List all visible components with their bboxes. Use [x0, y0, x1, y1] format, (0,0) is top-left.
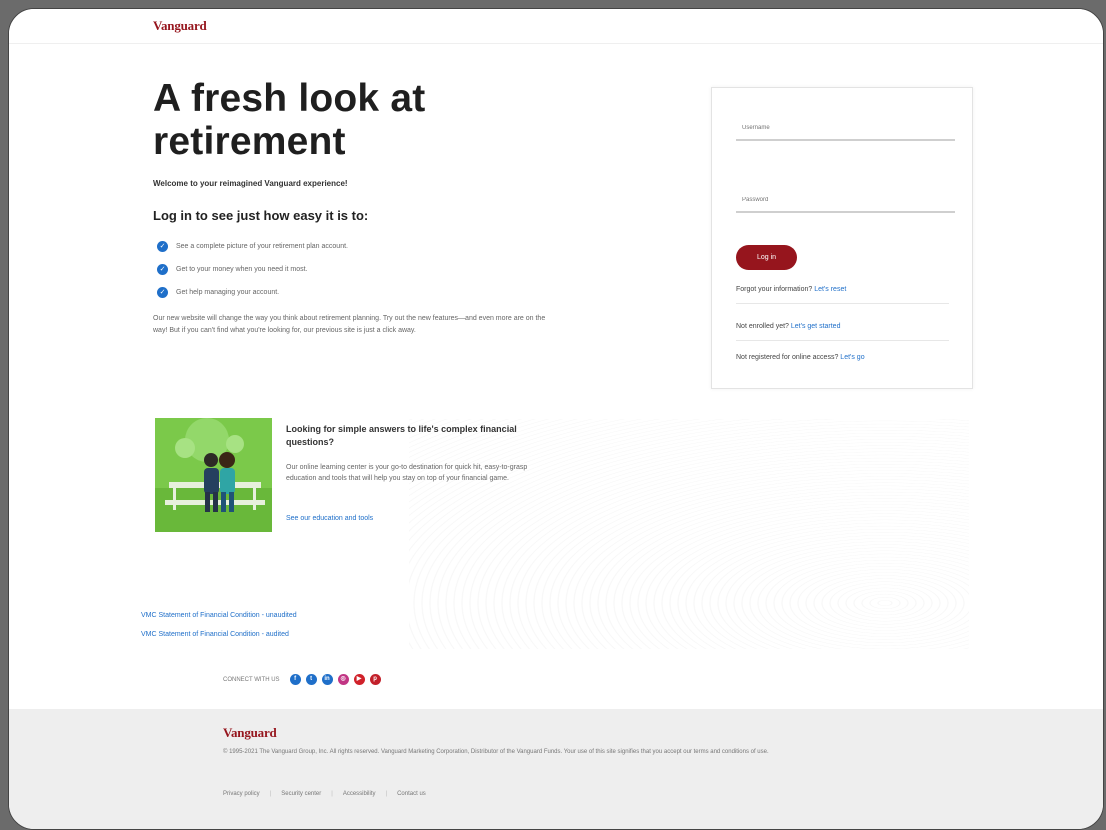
enroll-row: Not enrolled yet? Let's get started [736, 323, 949, 341]
footer-links: Privacy policy | Security center | Acces… [223, 791, 436, 797]
welcome-text: Welcome to your reimagined Vanguard expe… [153, 179, 348, 188]
youtube-icon[interactable]: ▶ [353, 674, 365, 685]
list-item: ✓ Get help managing your account. [157, 281, 348, 304]
enroll-text: Not enrolled yet? [736, 323, 789, 330]
username-field[interactable] [736, 125, 955, 141]
benefit-text: Get help managing your account. [176, 289, 280, 296]
promo-title: Looking for simple answers to life's com… [286, 424, 517, 447]
login-button[interactable]: Log in [736, 245, 797, 270]
decorative-background-lines [409, 419, 969, 649]
contact-us-link[interactable]: Contact us [397, 791, 426, 797]
statement-audited-link[interactable]: VMC Statement of Financial Condition - a… [141, 631, 289, 638]
linkedin-icon[interactable]: in [321, 674, 333, 685]
login-card: Log in Forgot your information? Let's re… [711, 87, 973, 389]
statement-unaudited-link[interactable]: VMC Statement of Financial Condition - u… [141, 612, 297, 619]
forgot-info-row: Forgot your information? Let's reset [736, 286, 949, 304]
divider: | [269, 791, 272, 797]
get-started-link[interactable]: Let's get started [791, 323, 841, 330]
instagram-icon[interactable]: ◎ [337, 674, 349, 685]
divider: | [331, 791, 333, 797]
register-row: Not registered for online access? Let's … [736, 354, 949, 371]
register-link[interactable]: Let's go [840, 354, 864, 361]
legal-text: © 1995-2021 The Vanguard Group, Inc. All… [223, 749, 769, 755]
footer-vanguard-logo[interactable]: Vanguard [223, 725, 277, 741]
list-item: ✓ Get to your money when you need it mos… [157, 258, 348, 281]
pinterest-icon[interactable]: p [369, 674, 381, 685]
benefit-text: Get to your money when you need it most. [176, 266, 308, 273]
list-item: ✓ See a complete picture of your retirem… [157, 235, 348, 258]
vanguard-logo[interactable]: Vanguard [153, 18, 207, 34]
site-footer: Vanguard © 1995-2021 The Vanguard Group,… [9, 709, 1103, 829]
password-field[interactable] [736, 197, 955, 213]
promo-text: Our online learning center is your go-to… [286, 464, 528, 482]
benefits-heading: Log in to see just how easy it is to: [153, 208, 369, 223]
facebook-icon[interactable]: f [289, 674, 301, 685]
security-center-link[interactable]: Security center [281, 791, 321, 797]
page-title: A fresh look at retirement [153, 77, 426, 163]
browser-frame: Vanguard A fresh look at retirement Welc… [8, 8, 1104, 830]
promo-illustration [155, 418, 272, 532]
reset-link[interactable]: Let's reset [814, 286, 846, 293]
social-connect: CONNECT WITH US f t in ◎ ▶ p [223, 674, 386, 685]
register-text: Not registered for online access? [736, 354, 839, 361]
connect-label: CONNECT WITH US [223, 676, 280, 683]
benefit-text: See a complete picture of your retiremen… [176, 243, 348, 250]
check-icon: ✓ [157, 264, 168, 275]
forgot-info-text: Forgot your information? [736, 286, 813, 293]
benefits-list: ✓ See a complete picture of your retirem… [157, 235, 348, 304]
intro-paragraph: Our new website will change the way you … [153, 315, 546, 334]
top-header: Vanguard [9, 9, 1103, 44]
education-tools-link[interactable]: See our education and tools [286, 515, 373, 522]
check-icon: ✓ [157, 287, 168, 298]
privacy-policy-link[interactable]: Privacy policy [223, 791, 260, 797]
check-icon: ✓ [157, 241, 168, 252]
accessibility-link[interactable]: Accessibility [343, 791, 376, 797]
twitter-icon[interactable]: t [305, 674, 317, 685]
divider: | [385, 791, 388, 797]
couple-on-bench-illustration [155, 418, 272, 532]
